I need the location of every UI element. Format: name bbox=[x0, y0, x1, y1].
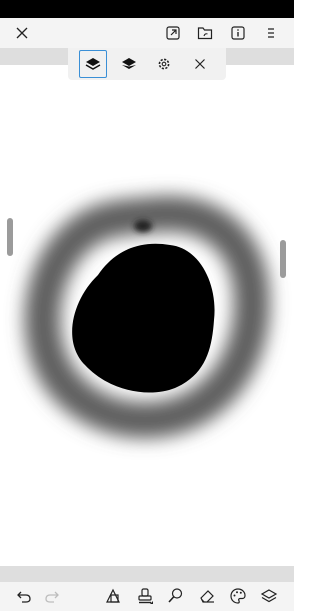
stamp-tool-button[interactable] bbox=[133, 583, 157, 609]
settings-icon bbox=[158, 58, 170, 70]
layers-button[interactable] bbox=[115, 50, 143, 78]
shape-tool-icon bbox=[106, 588, 120, 603]
brush-tool-icon bbox=[168, 588, 183, 603]
right-scroll-handle[interactable] bbox=[280, 240, 286, 278]
close-layer-bar-button[interactable] bbox=[186, 50, 214, 78]
layer-options-bar bbox=[68, 48, 226, 80]
layer-settings-button[interactable] bbox=[150, 50, 178, 78]
color-palette-icon bbox=[230, 588, 246, 604]
undo-icon bbox=[17, 591, 31, 603]
stamp-tool-icon bbox=[138, 588, 153, 604]
brush-tool-button[interactable] bbox=[163, 583, 187, 609]
undo-button[interactable] bbox=[12, 583, 36, 609]
close-icon bbox=[195, 59, 205, 69]
eraser-icon bbox=[200, 590, 214, 603]
canvas-drawing bbox=[24, 195, 270, 439]
redo-icon bbox=[45, 591, 59, 603]
top-toolbar bbox=[0, 18, 294, 48]
layers-icon bbox=[260, 589, 278, 603]
bottom-divider bbox=[0, 566, 294, 582]
close-icon bbox=[16, 27, 28, 39]
menu-button[interactable] bbox=[256, 18, 286, 48]
layers-icon bbox=[122, 58, 136, 69]
left-scroll-handle[interactable] bbox=[7, 218, 13, 256]
export-button[interactable] bbox=[158, 18, 188, 48]
open-folder-button[interactable] bbox=[190, 18, 220, 48]
menu-icon bbox=[268, 28, 274, 38]
shape-tool-button[interactable] bbox=[101, 583, 125, 609]
layers-panel-button[interactable] bbox=[257, 583, 281, 609]
ink-smudge bbox=[134, 220, 152, 232]
color-palette-button[interactable] bbox=[226, 583, 250, 609]
status-bar bbox=[0, 0, 294, 18]
drawing-canvas[interactable] bbox=[0, 80, 294, 566]
close-button[interactable] bbox=[7, 18, 37, 48]
info-icon bbox=[231, 26, 245, 40]
open-folder-icon bbox=[197, 27, 213, 40]
current-layer-button[interactable] bbox=[79, 50, 107, 78]
export-icon bbox=[166, 26, 180, 40]
eraser-tool-button[interactable] bbox=[195, 583, 219, 609]
bottom-toolbar bbox=[0, 582, 294, 611]
redo-button[interactable] bbox=[40, 583, 64, 609]
info-button[interactable] bbox=[223, 18, 253, 48]
current-layer-icon bbox=[85, 58, 101, 70]
filled-ink-blob bbox=[72, 243, 215, 393]
